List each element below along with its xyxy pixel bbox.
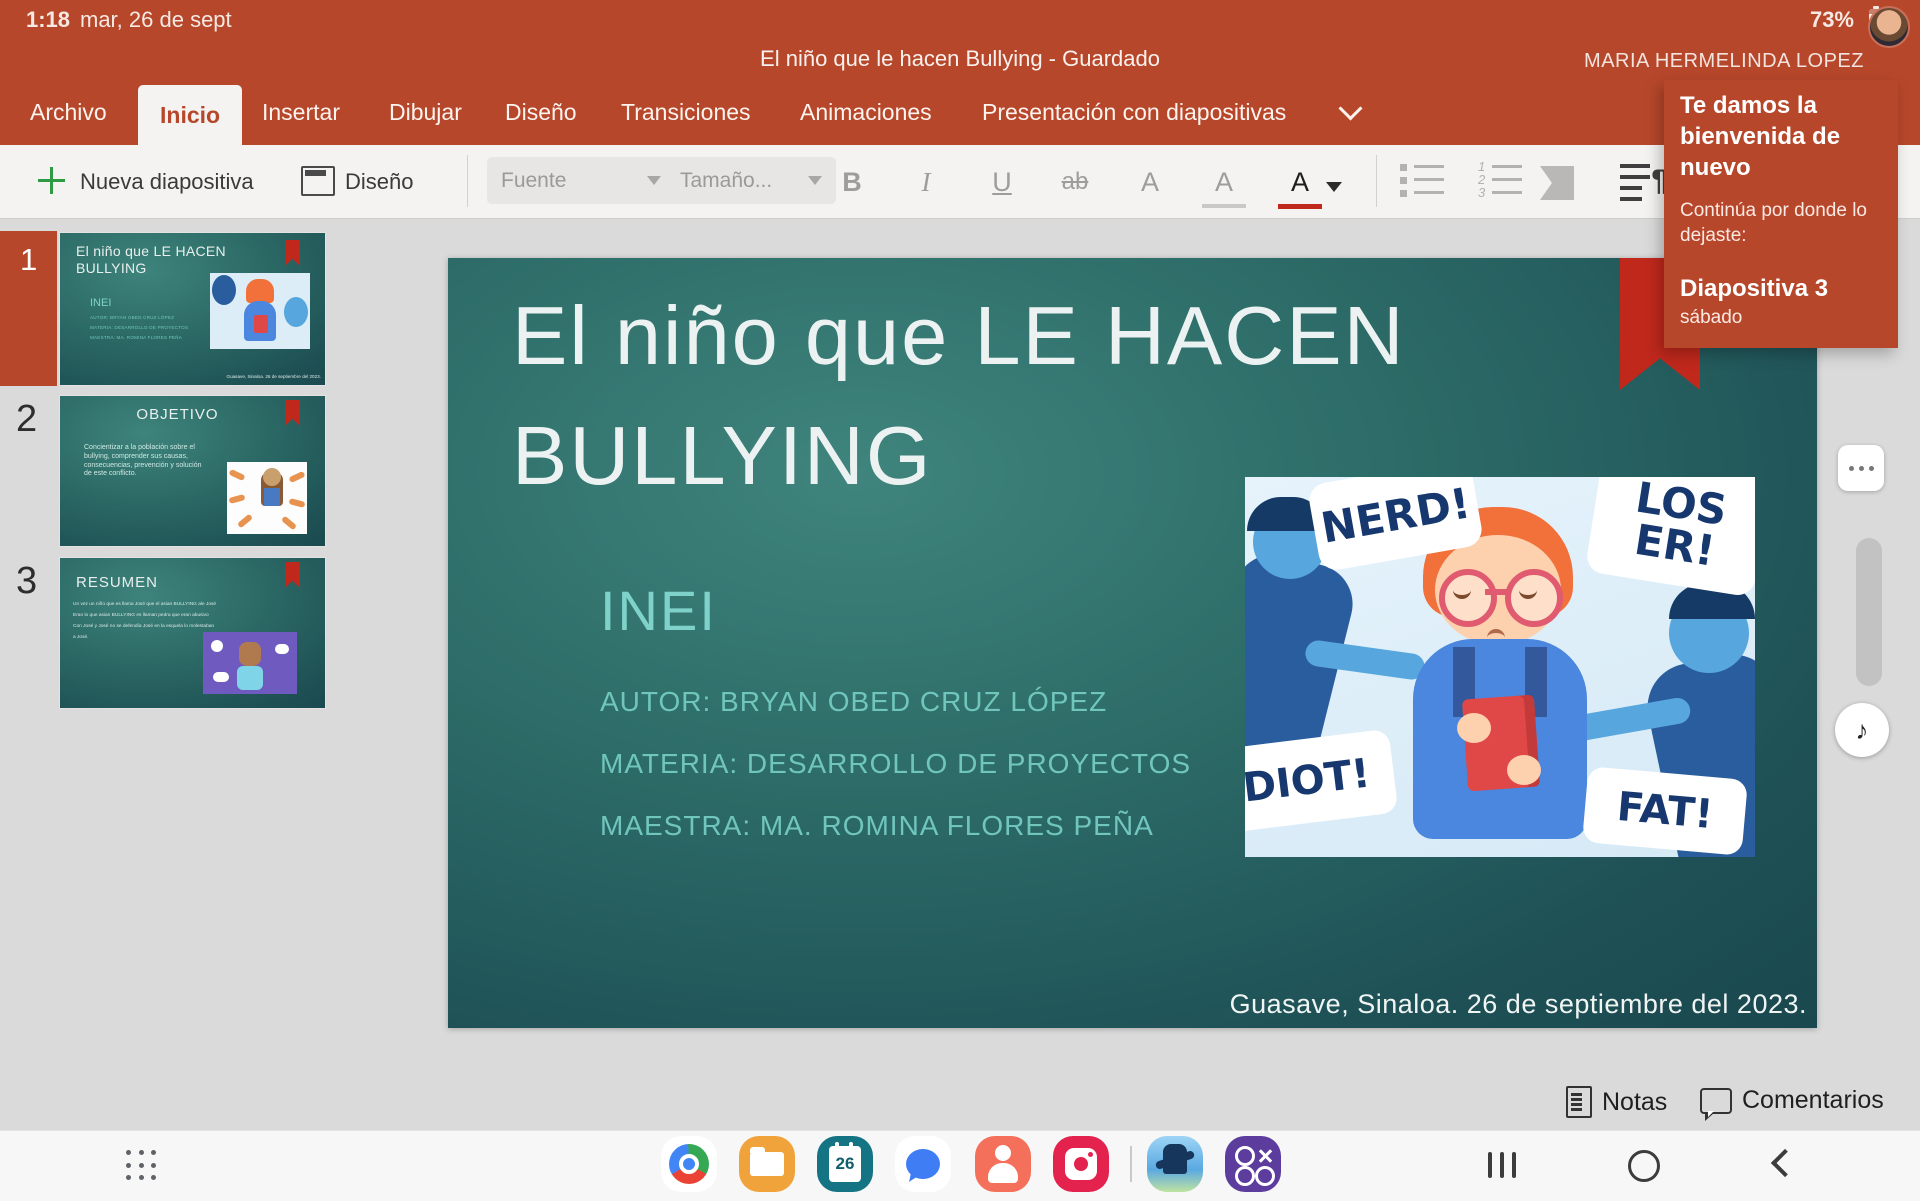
slide-teacher-line[interactable]: MAESTRA: MA. ROMINA FLORES PEÑA [600, 810, 1300, 842]
italic-button[interactable]: I [904, 160, 948, 204]
calendar-app-icon[interactable]: 26 [817, 1136, 873, 1192]
chrome-app-icon[interactable] [661, 1136, 717, 1192]
tab-insertar[interactable]: Insertar [258, 80, 344, 145]
comments-button[interactable]: Comentarios [1700, 1086, 1884, 1115]
font-color-button[interactable]: A [1278, 160, 1322, 209]
design-button[interactable]: Diseño [345, 169, 413, 195]
tab-animaciones[interactable]: Animaciones [796, 80, 936, 145]
slide-thumbnail-2[interactable]: OBJETIVO Concientizar a la población sob… [60, 396, 325, 546]
welcome-subtitle: Continúa por donde lo dejaste: [1680, 198, 1882, 249]
paragraph-icon[interactable]: ¶ [1620, 160, 1668, 204]
plus-icon [38, 167, 65, 194]
bold-button[interactable]: B [830, 160, 874, 204]
contacts-app-icon[interactable] [975, 1136, 1031, 1192]
font-dropdown[interactable]: Fuente [487, 157, 675, 204]
bookmark-shape [285, 562, 300, 588]
taskbar-divider [1130, 1146, 1132, 1182]
bullying-illustration[interactable]: NERD! LOS ER! DIOT! FAT! [1245, 477, 1755, 857]
welcome-day: sábado [1680, 307, 1882, 329]
chevron-down-icon[interactable] [1340, 96, 1370, 118]
tab-transiciones[interactable]: Transiciones [617, 80, 755, 145]
slide-author-line[interactable]: AUTOR: BRYAN OBED CRUZ LÓPEZ [600, 686, 1300, 718]
back-nav-button[interactable] [1768, 1150, 1794, 1176]
slide-thumbnail-3[interactable]: RESUMEN Un vez un niño que es llama José… [60, 558, 325, 708]
status-bar: 1:18 mar, 26 de sept 73% [0, 0, 1920, 37]
comment-icon [1700, 1088, 1732, 1114]
thumbnail-image [210, 273, 310, 349]
vertical-scrollbar[interactable] [1856, 538, 1882, 686]
strikethrough-button[interactable]: ab [1053, 160, 1097, 204]
tab-archivo[interactable]: Archivo [26, 80, 111, 145]
font-size-dropdown[interactable]: Tamaño... [666, 157, 836, 204]
slide-number: 3 [16, 560, 37, 603]
slide-number: 1 [20, 242, 37, 278]
layout-icon [301, 166, 335, 196]
game-app-icon[interactable] [1147, 1136, 1203, 1192]
home-nav-button[interactable] [1628, 1150, 1660, 1182]
account-name: MARIA HERMELINDA LOPEZ [1584, 50, 1864, 73]
clock: 1:18 [26, 7, 70, 33]
welcome-back-panel[interactable]: Te damos la bienvenida de nuevo Continúa… [1664, 80, 1898, 348]
clear-formatting-button[interactable]: A [1202, 160, 1246, 208]
notes-button[interactable]: Notas [1566, 1086, 1667, 1118]
new-slide-button[interactable]: Nueva diapositiva [80, 169, 254, 195]
bullied-boy-figure [1395, 507, 1605, 837]
title-bar: El niño que le hacen Bullying - Guardado… [0, 37, 1920, 80]
notes-icon [1566, 1086, 1592, 1118]
xo-game-app-icon[interactable] [1225, 1136, 1281, 1192]
tab-dibujar[interactable]: Dibujar [385, 80, 466, 145]
recents-nav-button[interactable] [1488, 1152, 1522, 1178]
slide-number: 2 [16, 398, 37, 441]
battery-percent: 73% [1810, 7, 1854, 33]
camera-app-icon[interactable] [1053, 1136, 1109, 1192]
more-options-button[interactable] [1838, 445, 1884, 491]
caret-down-icon[interactable] [1326, 182, 1342, 192]
messages-app-icon[interactable] [895, 1136, 951, 1192]
thumbnail-image [227, 462, 307, 534]
music-note-button[interactable]: ♪ [1835, 703, 1889, 757]
tab-presentacion[interactable]: Presentación con diapositivas [978, 80, 1290, 145]
tab-inicio[interactable]: Inicio [138, 85, 242, 145]
ribbon-tab-bar: Archivo Inicio Insertar Dibujar Diseño T… [0, 80, 1920, 145]
caret-down-icon [647, 176, 661, 185]
bookmark-shape [285, 240, 300, 266]
slide-thumbnail-1[interactable]: El niño que LE HACEN BULLYING INEI AUTOR… [60, 233, 325, 385]
bottom-action-bar: Notas Comentarios [0, 1080, 1920, 1130]
app-drawer-icon[interactable] [126, 1150, 158, 1182]
speech-bubble-fat: FAT! [1582, 766, 1748, 856]
slide-subtitle[interactable]: INEI [600, 578, 717, 643]
avatar[interactable] [1868, 6, 1910, 48]
status-date: mar, 26 de sept [80, 7, 232, 33]
files-app-icon[interactable] [739, 1136, 795, 1192]
tab-diseno[interactable]: Diseño [501, 80, 581, 145]
thumbnail-image [203, 632, 297, 694]
numbered-list-icon[interactable]: 1 2 3 [1478, 163, 1524, 203]
music-note-icon: ♪ [1856, 715, 1869, 746]
welcome-title: Te damos la bienvenida de nuevo [1680, 90, 1882, 184]
speech-bubble-idiot: DIOT! [1245, 729, 1398, 834]
slide-footer-date[interactable]: Guasave, Sinaloa. 26 de septiembre del 2… [1230, 989, 1807, 1020]
underline-button[interactable]: U [980, 160, 1024, 204]
slide-subject-line[interactable]: MATERIA: DESARROLLO DE PROYECTOS [600, 748, 1300, 780]
bullet-list-icon[interactable] [1400, 163, 1446, 203]
highlight-color-button[interactable]: A [1128, 160, 1172, 204]
welcome-slide-link[interactable]: Diapositiva 3 [1680, 275, 1882, 303]
caret-down-icon [808, 176, 822, 185]
